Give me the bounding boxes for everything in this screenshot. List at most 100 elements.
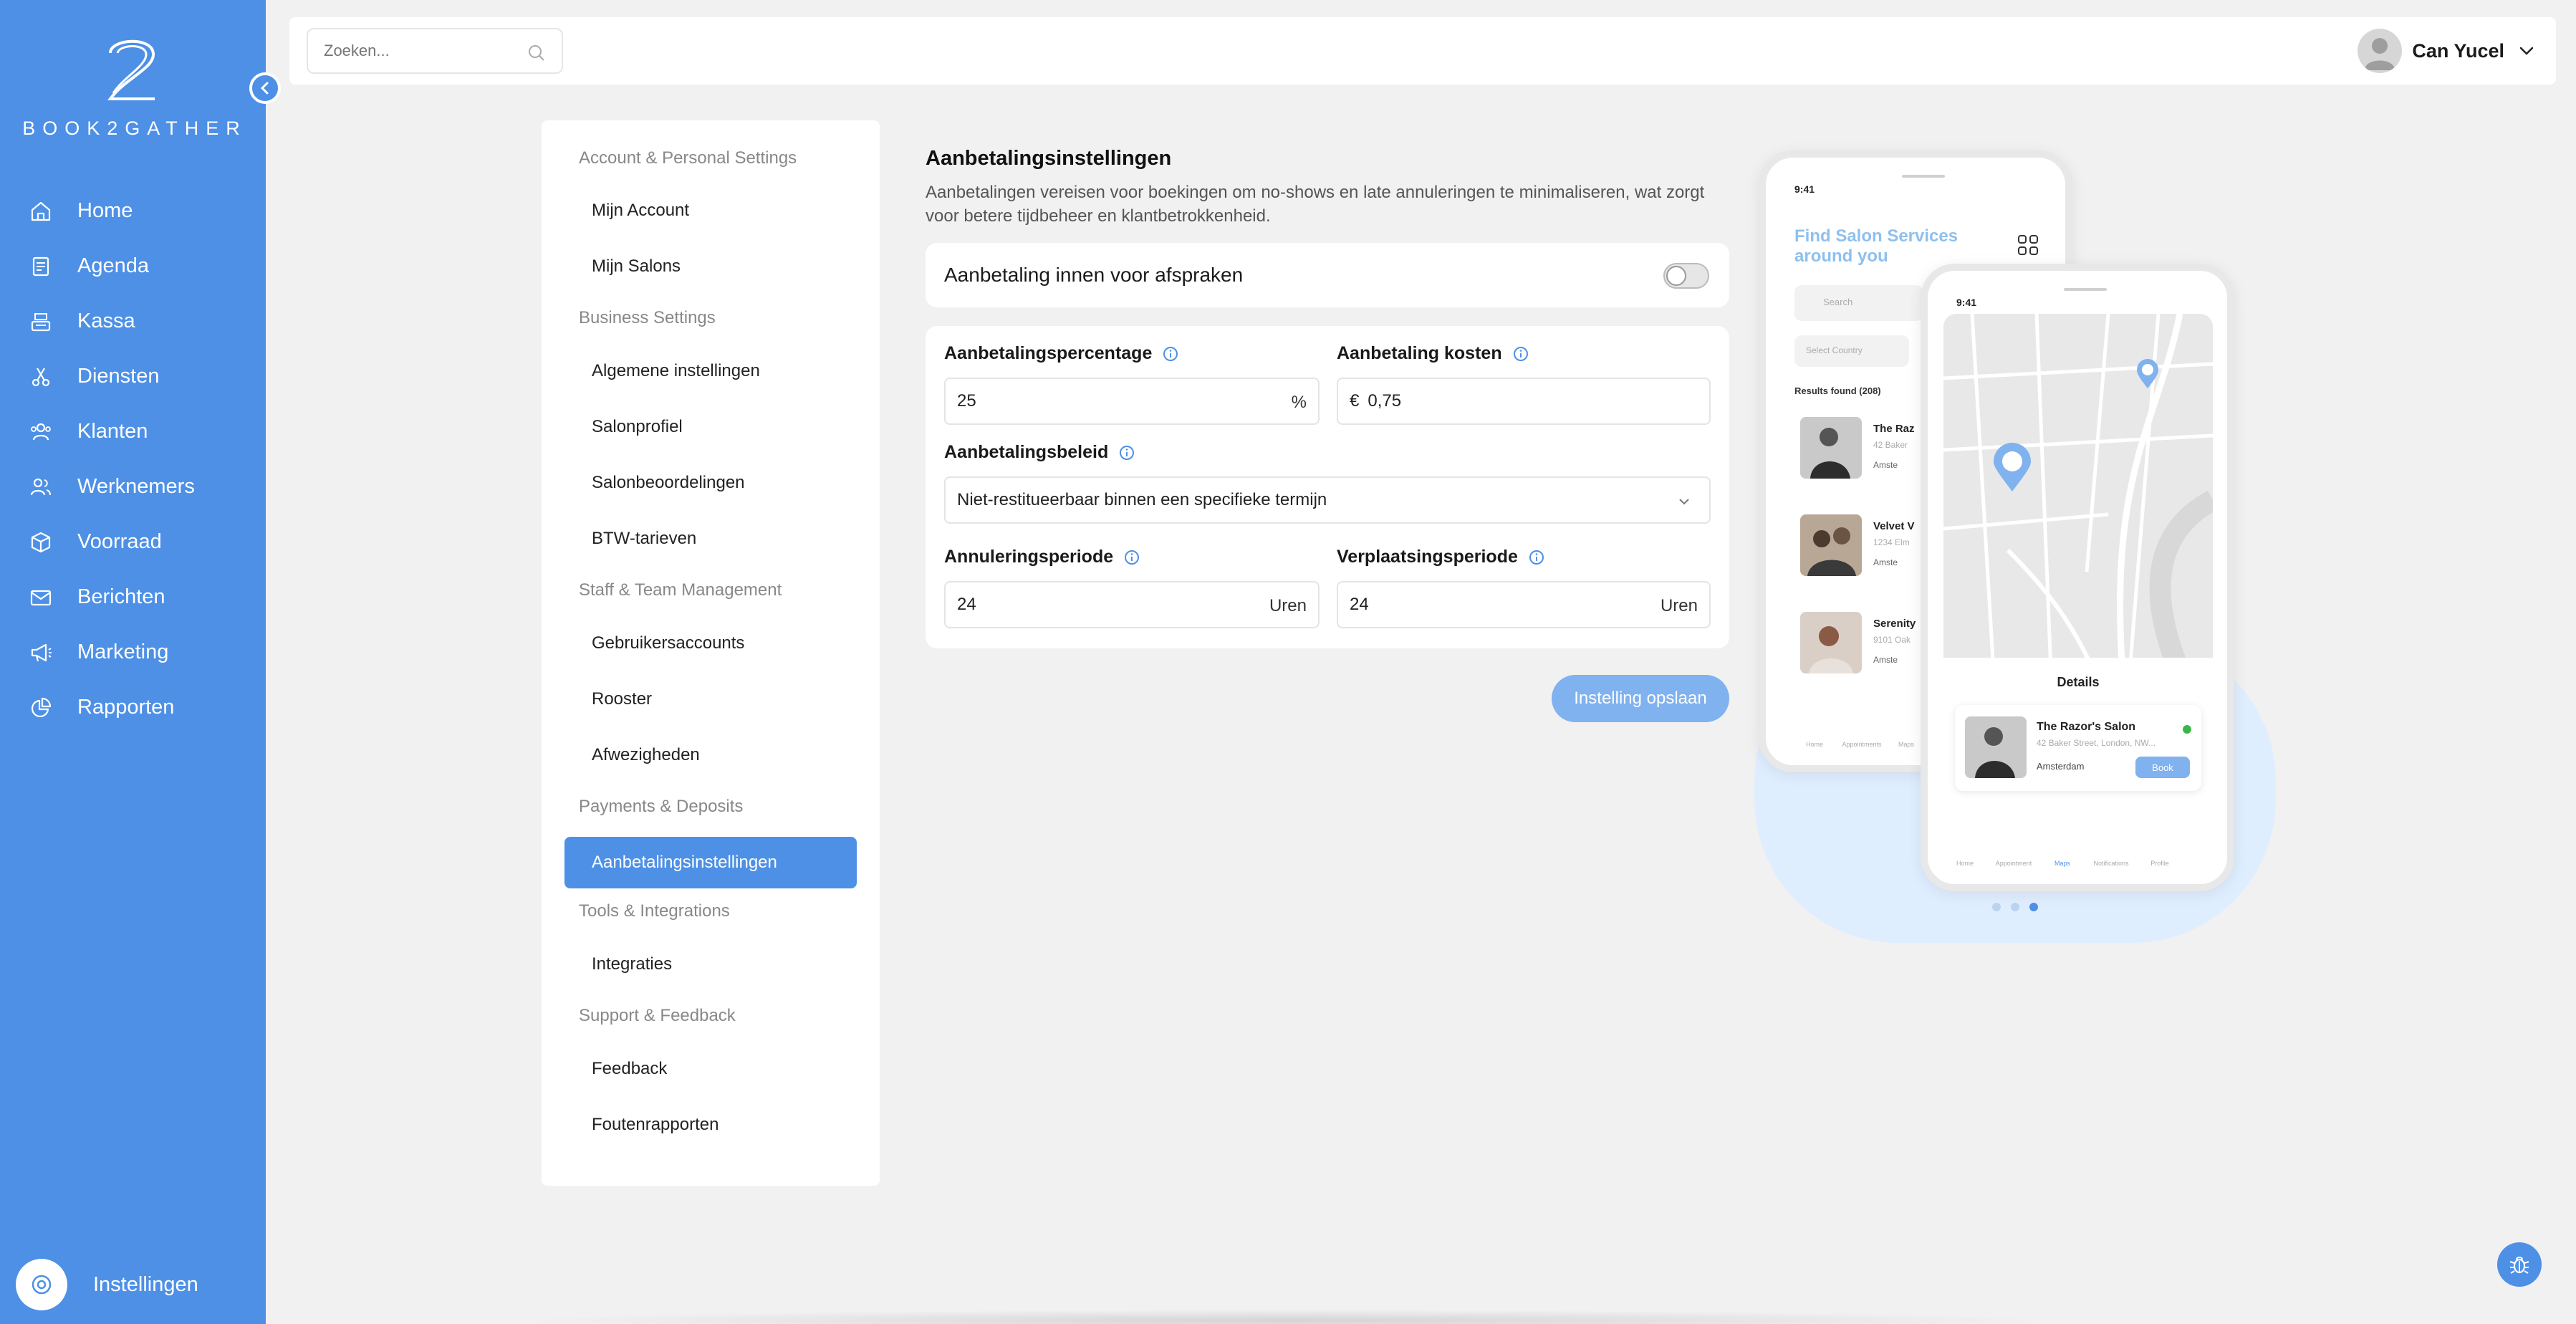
- settings-item-mijn-salons[interactable]: Mijn Salons: [592, 256, 681, 277]
- map-roads: [1943, 314, 2213, 672]
- page-title: Aanbetalingsinstellingen: [926, 147, 1172, 170]
- salon-title: The Raz: [1873, 423, 1915, 435]
- book-button: Book: [2135, 757, 2190, 778]
- sidebar-item-marketing[interactable]: Marketing: [0, 625, 266, 680]
- sidebar-item-label: Marketing: [77, 641, 169, 663]
- sidebar: BOOK2GATHER Home Agenda Kassa Diensten K…: [0, 0, 281, 1324]
- phone-tab-home: Home: [1956, 860, 1974, 867]
- salon-city: Amsterdam: [2037, 761, 2085, 772]
- scissors-icon: [32, 367, 50, 386]
- percentage-value: 25: [957, 391, 976, 411]
- save-settings-button[interactable]: Instelling opslaan: [1552, 675, 1729, 722]
- sidebar-item-label: Rapporten: [77, 696, 175, 719]
- pie-chart-icon: [31, 697, 52, 717]
- megaphone-icon: [31, 643, 52, 661]
- salon-title: Serenity: [1873, 618, 1916, 630]
- info-icon[interactable]: [1528, 549, 1545, 566]
- sidebar-item-label: Kassa: [77, 310, 135, 332]
- details-panel: Details The Razor's Salon 42 Baker Stree…: [1943, 658, 2213, 815]
- sidebar-item-werknemers[interactable]: Werknemers: [0, 459, 266, 514]
- sidebar-item-rapporten[interactable]: Rapporten: [0, 680, 266, 735]
- toggle-knob: [1666, 266, 1686, 286]
- sidebar-item-label: Werknemers: [77, 475, 195, 498]
- sidebar-item-instellingen[interactable]: Instellingen: [16, 1259, 198, 1310]
- reschedule-label-text: Verplaatsingsperiode: [1337, 547, 1518, 567]
- settings-item-gebruikersaccounts[interactable]: Gebruikersaccounts: [592, 633, 744, 653]
- phone-tab-maps: Maps: [2054, 860, 2070, 867]
- phone-notch: [1902, 175, 1945, 178]
- sidebar-item-home[interactable]: Home: [0, 183, 266, 239]
- deposit-form-card: Aanbetalingspercentage Aanbetaling koste…: [926, 326, 1729, 648]
- sidebar-item-voorraad[interactable]: Voorraad: [0, 514, 266, 570]
- map-pin-icon: [2137, 359, 2158, 388]
- phone-tab-appointment: Appointment: [1995, 860, 2032, 867]
- sidebar-item-kassa[interactable]: Kassa: [0, 294, 266, 349]
- page-description: Aanbetalingen vereisen voor boekingen om…: [926, 183, 1705, 226]
- sidebar-item-klanten[interactable]: Klanten: [0, 404, 266, 459]
- reschedule-input[interactable]: 24 Uren: [1337, 581, 1711, 628]
- phone-mockup-map: 9:41 Details The Razor's Salon 42 Baker …: [1921, 264, 2234, 891]
- info-icon[interactable]: [1123, 549, 1140, 566]
- cost-input[interactable]: € 0,75: [1337, 378, 1711, 425]
- deposit-settings-panel: Aanbetalingsinstellingen Aanbetalingen v…: [926, 147, 1729, 722]
- cancellation-input[interactable]: 24 Uren: [944, 581, 1320, 628]
- collapse-sidebar-button[interactable]: [249, 72, 281, 104]
- logo-mark-icon: [107, 39, 155, 100]
- salon-photo: [1965, 716, 2027, 778]
- phone-notch: [2064, 288, 2107, 291]
- phone-tab-home: Home: [1805, 741, 1823, 748]
- sidebar-item-agenda[interactable]: Agenda: [0, 239, 266, 294]
- agenda-icon: [32, 256, 49, 276]
- sidebar-item-diensten[interactable]: Diensten: [0, 349, 266, 404]
- report-bug-button[interactable]: [2497, 1242, 2542, 1287]
- user-menu[interactable]: Can Yucel: [2358, 29, 2536, 73]
- section-header-support: Support & Feedback: [579, 1006, 736, 1025]
- carousel-dot[interactable]: [2011, 903, 2019, 911]
- avatar: [2358, 29, 2403, 73]
- collect-deposit-card: Aanbetaling innen voor afspraken: [926, 243, 1729, 307]
- phone-select-country: Select Country: [1794, 335, 1909, 367]
- settings-item-afwezigheden[interactable]: Afwezigheden: [592, 745, 700, 765]
- settings-item-algemene-instellingen[interactable]: Algemene instellingen: [592, 361, 760, 381]
- policy-select[interactable]: Niet-restitueerbaar binnen een specifiek…: [944, 476, 1711, 524]
- bug-icon: [2509, 1257, 2529, 1274]
- policy-label-text: Aanbetalingsbeleid: [944, 442, 1109, 462]
- mail-icon: [30, 590, 52, 605]
- info-icon[interactable]: [1512, 345, 1529, 363]
- sidebar-item-berichten[interactable]: Berichten: [0, 570, 266, 625]
- settings-item-btw-tarieven[interactable]: BTW-tarieven: [592, 529, 696, 549]
- settings-item-salonbeoordelingen[interactable]: Salonbeoordelingen: [592, 473, 745, 493]
- register-icon: [31, 312, 51, 331]
- salon-photo: [1800, 612, 1862, 673]
- cost-label: Aanbetaling kosten: [1337, 343, 1529, 364]
- phone-tab-appointments: Appointments: [1842, 741, 1882, 748]
- settings-item-foutenrapporten[interactable]: Foutenrapporten: [592, 1115, 719, 1135]
- settings-item-integraties[interactable]: Integraties: [592, 954, 672, 974]
- collect-deposit-toggle[interactable]: [1663, 263, 1709, 289]
- cancellation-value: 24: [957, 595, 976, 614]
- section-header-business: Business Settings: [579, 308, 716, 327]
- settings-item-aanbetalingsinstellingen[interactable]: Aanbetalingsinstellingen: [564, 837, 857, 888]
- percentage-input[interactable]: 25 %: [944, 378, 1320, 425]
- sidebar-item-label: Home: [77, 199, 133, 222]
- settings-item-feedback[interactable]: Feedback: [592, 1059, 667, 1079]
- map-view: [1943, 314, 2213, 672]
- settings-item-rooster[interactable]: Rooster: [592, 689, 652, 709]
- info-icon[interactable]: [1118, 444, 1135, 461]
- settings-item-salonprofiel[interactable]: Salonprofiel: [592, 417, 683, 437]
- settings-item-mijn-account[interactable]: Mijn Account: [592, 201, 689, 221]
- carousel-dot-active[interactable]: [2029, 903, 2038, 911]
- reschedule-suffix: Uren: [1660, 596, 1698, 615]
- search-input[interactable]: [324, 42, 524, 60]
- info-icon[interactable]: [1162, 345, 1179, 363]
- phone-tab-notifications: Notifications: [2093, 860, 2129, 867]
- search-box: [307, 28, 563, 74]
- salon-title: Velvet V: [1873, 520, 1915, 532]
- cost-label-text: Aanbetaling kosten: [1337, 343, 1502, 363]
- search-icon[interactable]: [527, 44, 546, 62]
- phone-search: Search: [1794, 285, 1923, 321]
- open-status-dot: [2183, 725, 2191, 734]
- carousel-dot[interactable]: [1992, 903, 2001, 911]
- map-pin-icon: [1994, 443, 2031, 491]
- topbar: Can Yucel: [289, 17, 2556, 85]
